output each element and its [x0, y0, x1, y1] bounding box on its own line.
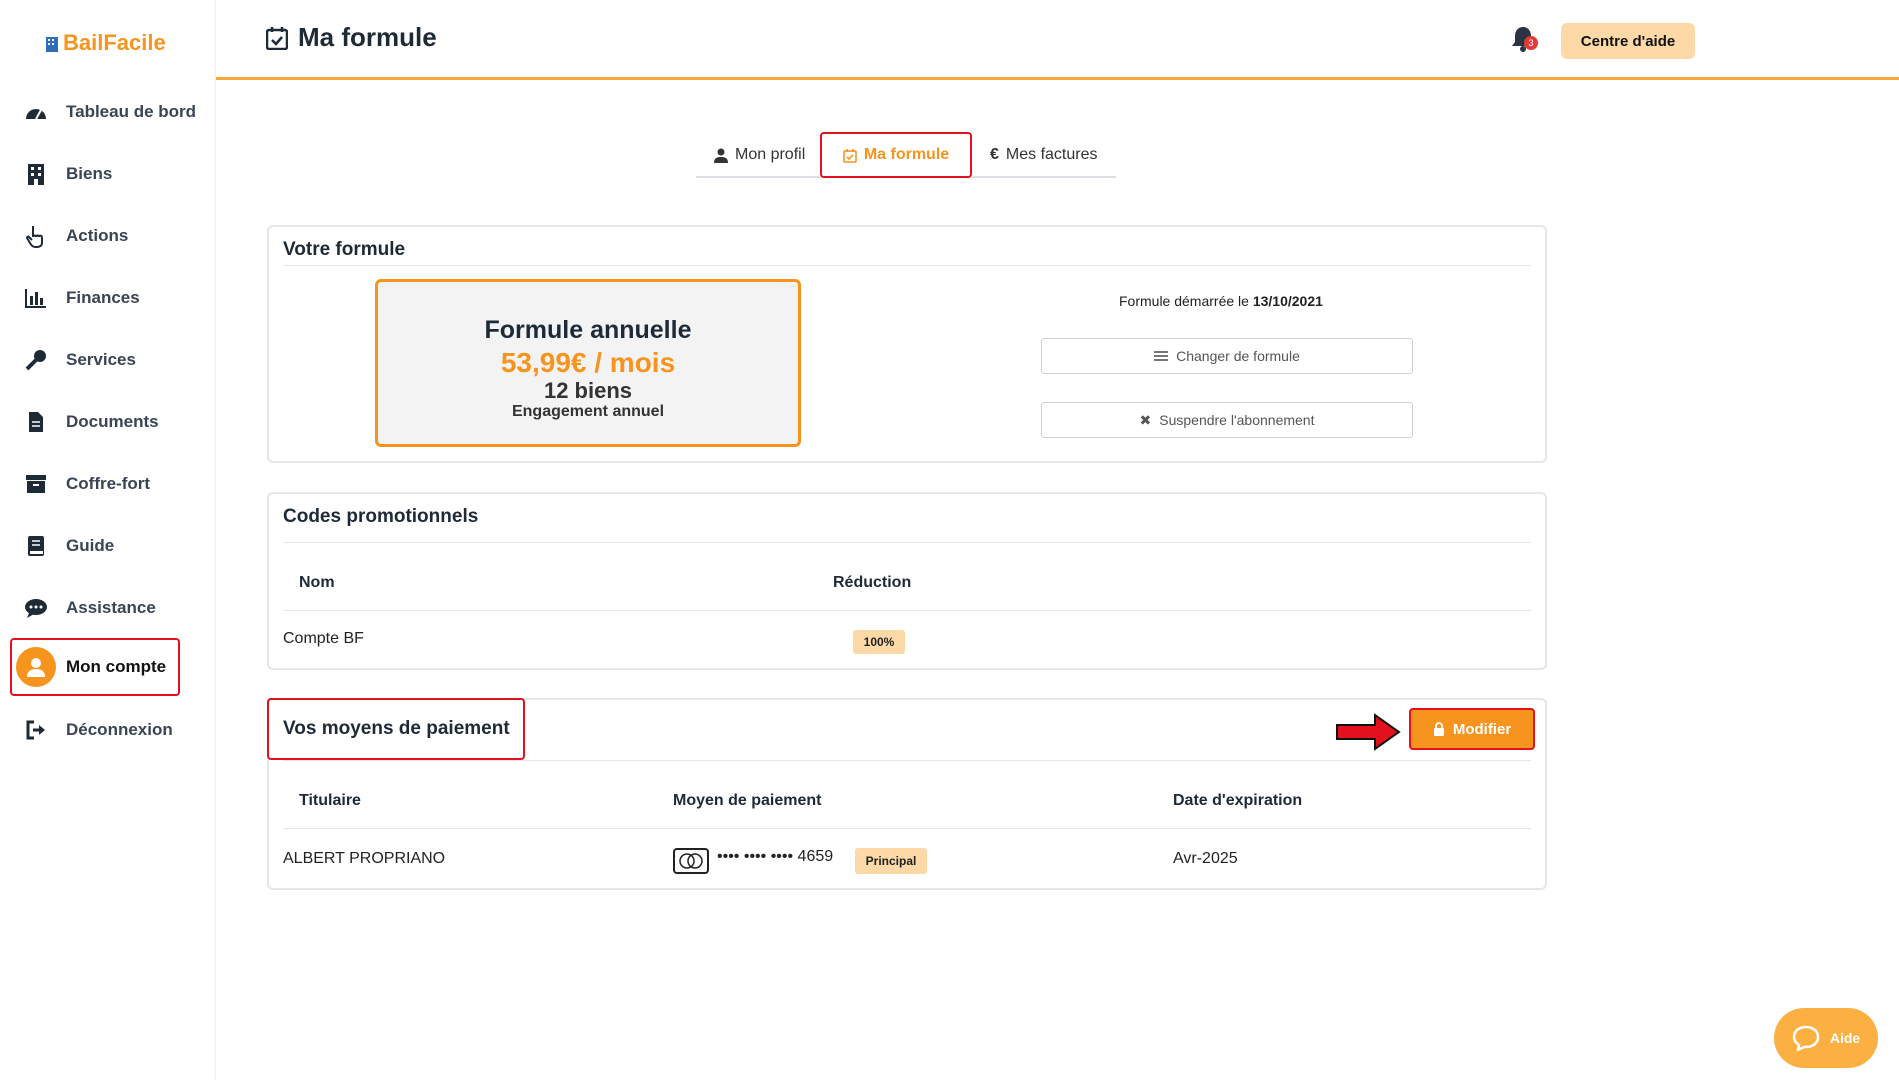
book-icon	[24, 534, 48, 558]
sidebar-item-label: Assistance	[66, 598, 156, 617]
notification-badge: 3	[1524, 36, 1538, 50]
card-expiry-date: Avr-2025	[1173, 850, 1238, 867]
sidebar-item-coffre-fort[interactable]: Coffre-fort	[24, 464, 150, 504]
tab-label: Mes factures	[1005, 146, 1098, 163]
sidebar: BailFacile Tableau de bord Biens Actions…	[0, 0, 216, 1080]
plan-summary-box: Formule annuelle 53,99€ / mois 12 biens …	[375, 279, 801, 447]
column-header-titulaire: Titulaire	[299, 792, 361, 809]
list-icon	[1154, 351, 1169, 361]
lock-icon	[1433, 722, 1444, 736]
tab-mon-profil[interactable]: Mon profil	[714, 132, 805, 178]
plan-start-date: Formule démarrée le 13/10/2021	[1119, 293, 1323, 309]
page-title: Ma formule	[266, 22, 437, 53]
card-number: •••• •••• •••• 4659	[717, 848, 834, 865]
modify-label: Modifier	[1452, 720, 1512, 738]
help-widget-label: Aide	[1829, 1030, 1861, 1046]
plan-price: 53,99€ / mois	[500, 347, 676, 378]
sidebar-item-label: Documents	[66, 412, 159, 431]
tab-mes-factures[interactable]: € Mes factures	[990, 132, 1098, 178]
change-plan-button[interactable]: Changer de formule	[1041, 338, 1413, 374]
column-header-date-expiration: Date d'expiration	[1173, 792, 1303, 809]
start-date-prefix: Formule démarrée le	[1119, 293, 1249, 309]
payment-section-title: Vos moyens de paiement	[283, 718, 510, 739]
calendar-check-icon	[843, 148, 857, 163]
discount-badge: 100%	[853, 630, 905, 654]
building-logo-icon	[46, 37, 58, 52]
user-icon	[714, 148, 728, 163]
sidebar-item-deconnexion[interactable]: Déconnexion	[24, 710, 173, 750]
mastercard-icon	[673, 848, 709, 874]
sidebar-item-label: Coffre-fort	[66, 474, 151, 493]
plan-property-count: 12 biens	[543, 378, 633, 403]
promo-section-title: Codes promotionnels	[283, 506, 479, 527]
sidebar-item-label: Finances	[66, 288, 140, 307]
hand-pointer-icon	[24, 224, 48, 248]
modify-payment-button[interactable]: Modifier	[1409, 708, 1535, 750]
arrow-right-icon	[1336, 713, 1401, 751]
divider	[283, 828, 1531, 829]
sidebar-item-actions[interactable]: Actions	[24, 216, 128, 256]
sidebar-item-label: Actions	[66, 226, 129, 245]
change-plan-label: Changer de formule	[1176, 348, 1300, 364]
sidebar-item-label: Tableau de bord	[66, 102, 197, 121]
card-holder-name: ALBERT PROPRIANO	[283, 850, 446, 867]
column-header-reduction: Réduction	[833, 574, 912, 591]
divider	[283, 760, 1531, 761]
payment-methods-card: Vos moyens de paiement Modifier Titulair…	[267, 698, 1547, 890]
promo-code-name: Compte BF	[283, 630, 364, 647]
primary-badge: Principal	[855, 848, 927, 874]
divider	[283, 542, 1531, 543]
app-logo[interactable]: BailFacile	[45, 30, 166, 56]
sidebar-item-finances[interactable]: Finances	[24, 278, 140, 318]
chat-icon	[24, 596, 48, 620]
calendar-check-icon	[266, 26, 288, 50]
sidebar-item-label: Mon compte	[66, 657, 167, 676]
promo-codes-card: Codes promotionnels Nom Réduction Compte…	[267, 492, 1547, 670]
account-tabs: Mon profil Ma formule € Mes factures	[696, 132, 1116, 178]
top-header: Ma formule Centre d'aide	[216, 0, 1899, 80]
sidebar-item-documents[interactable]: Documents	[24, 402, 159, 442]
column-header-moyen-de-paiement: Moyen de paiement	[673, 792, 822, 809]
tab-label: Ma formule	[863, 146, 950, 163]
app-name: BailFacile	[63, 30, 166, 55]
sidebar-item-label: Services	[66, 350, 136, 369]
sidebar-item-tableau-de-bord[interactable]: Tableau de bord	[24, 92, 196, 132]
formula-card: Votre formule Formule annuelle 53,99€ / …	[267, 225, 1547, 463]
help-center-button[interactable]: Centre d'aide	[1561, 23, 1695, 59]
archive-icon	[24, 472, 48, 496]
gauge-icon	[24, 100, 48, 124]
euro-icon: €	[990, 146, 999, 163]
sidebar-item-biens[interactable]: Biens	[24, 154, 112, 194]
close-icon: ✖	[1139, 411, 1152, 428]
column-header-nom: Nom	[299, 574, 335, 591]
start-date-value: 13/10/2021	[1252, 293, 1323, 309]
sidebar-item-mon-compte[interactable]: Mon compte	[10, 638, 180, 696]
formula-section-title: Votre formule	[283, 239, 406, 260]
plan-engagement: Engagement annuel	[511, 403, 665, 420]
tab-ma-formule[interactable]: Ma formule	[820, 132, 972, 178]
suspend-label: Suspendre l'abonnement	[1159, 412, 1315, 428]
sidebar-item-services[interactable]: Services	[24, 340, 136, 380]
page-title-text: Ma formule	[298, 22, 437, 52]
user-avatar-icon	[16, 647, 56, 687]
building-icon	[24, 162, 48, 186]
suspend-subscription-button[interactable]: ✖ Suspendre l'abonnement	[1041, 402, 1413, 438]
sidebar-item-label: Guide	[66, 536, 115, 555]
file-icon	[24, 410, 48, 434]
sidebar-item-guide[interactable]: Guide	[24, 526, 114, 566]
chat-bubble-icon	[1792, 1025, 1820, 1051]
sidebar-item-label: Biens	[66, 164, 113, 183]
bar-chart-icon	[24, 286, 48, 310]
plan-name: Formule annuelle	[484, 316, 692, 344]
sidebar-item-label: Déconnexion	[66, 720, 173, 739]
help-chat-widget[interactable]: Aide	[1774, 1008, 1878, 1068]
divider	[283, 610, 1531, 611]
logout-icon	[24, 718, 48, 742]
key-icon	[24, 348, 48, 372]
tab-label: Mon profil	[735, 146, 806, 163]
sidebar-item-assistance[interactable]: Assistance	[24, 588, 156, 628]
divider	[283, 265, 1531, 266]
